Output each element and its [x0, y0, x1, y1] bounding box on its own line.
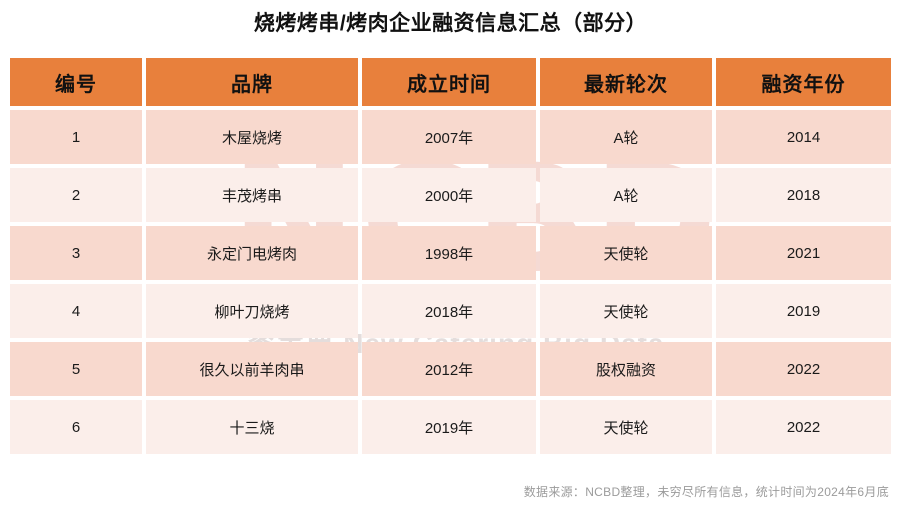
cell-no: 1 [10, 110, 142, 164]
table-row: 4 柳叶刀烧烤 2018年 天使轮 2019 [10, 284, 891, 338]
cell-no: 5 [10, 342, 142, 396]
table-header-row: 编号 品牌 成立时间 最新轮次 融资年份 [10, 58, 891, 106]
cell-year: 2022 [716, 400, 891, 454]
column-header-year: 融资年份 [716, 58, 891, 106]
cell-founded: 2000年 [362, 168, 536, 222]
cell-no: 4 [10, 284, 142, 338]
cell-year: 2019 [716, 284, 891, 338]
column-header-no: 编号 [10, 58, 142, 106]
column-header-round: 最新轮次 [540, 58, 712, 106]
cell-year: 2014 [716, 110, 891, 164]
table-row: 6 十三烧 2019年 天使轮 2022 [10, 400, 891, 454]
cell-brand: 丰茂烤串 [146, 168, 358, 222]
cell-brand: 柳叶刀烧烤 [146, 284, 358, 338]
table-row: 1 木屋烧烤 2007年 A轮 2014 [10, 110, 891, 164]
page-title: 烧烤烤串/烤肉企业融资信息汇总（部分） [253, 12, 648, 35]
table-row: 5 很久以前羊肉串 2012年 股权融资 2022 [10, 342, 891, 396]
cell-no: 6 [10, 400, 142, 454]
table-row: 3 永定门电烤肉 1998年 天使轮 2021 [10, 226, 891, 280]
table-row: 2 丰茂烤串 2000年 A轮 2018 [10, 168, 891, 222]
cell-year: 2021 [716, 226, 891, 280]
cell-brand: 木屋烧烤 [146, 110, 358, 164]
cell-year: 2022 [716, 342, 891, 396]
cell-round: A轮 [540, 110, 712, 164]
cell-round: 股权融资 [540, 342, 712, 396]
cell-year: 2018 [716, 168, 891, 222]
cell-founded: 1998年 [362, 226, 536, 280]
cell-round: A轮 [540, 168, 712, 222]
cell-no: 3 [10, 226, 142, 280]
cell-round: 天使轮 [540, 400, 712, 454]
cell-no: 2 [10, 168, 142, 222]
column-header-brand: 品牌 [146, 58, 358, 106]
cell-brand: 很久以前羊肉串 [146, 342, 358, 396]
cell-founded: 2019年 [362, 400, 536, 454]
cell-founded: 2018年 [362, 284, 536, 338]
infographic-page: 烧烤烤串/烤肉企业融资信息汇总（部分） NCBD 餐宝典 New Caterin… [0, 0, 901, 505]
cell-round: 天使轮 [540, 284, 712, 338]
cell-round: 天使轮 [540, 226, 712, 280]
cell-brand: 十三烧 [146, 400, 358, 454]
cell-founded: 2012年 [362, 342, 536, 396]
financing-table: 编号 品牌 成立时间 最新轮次 融资年份 1 木屋烧烤 2007年 A轮 201… [10, 58, 891, 454]
cell-founded: 2007年 [362, 110, 536, 164]
source-footnote: 数据来源：NCBD整理，未穷尽所有信息，统计时间为2024年6月底 [523, 485, 889, 499]
cell-brand: 永定门电烤肉 [146, 226, 358, 280]
column-header-founded: 成立时间 [362, 58, 536, 106]
